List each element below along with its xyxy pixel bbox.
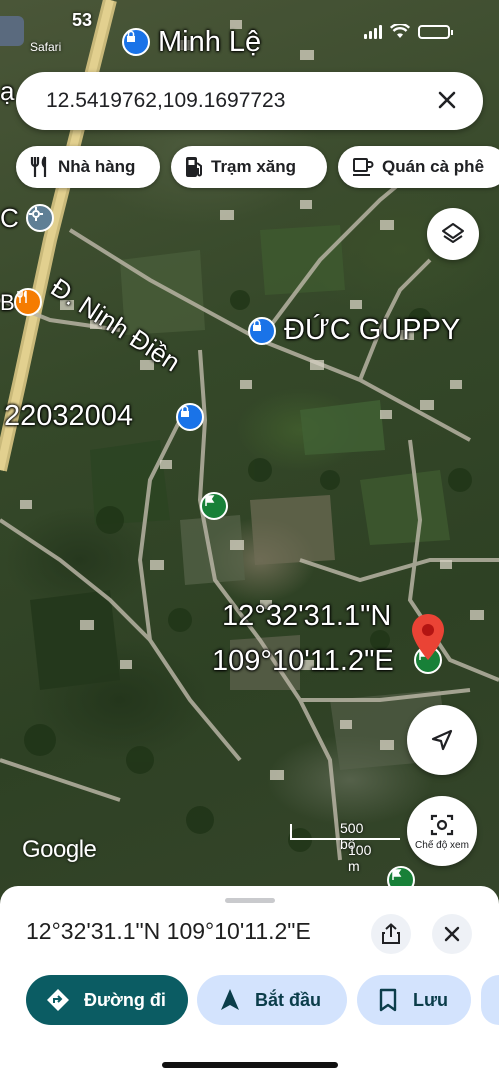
google-attribution: Google (22, 836, 97, 863)
restaurant-poi-icon[interactable] (14, 288, 42, 316)
scale-metric: 100 m (348, 842, 372, 874)
pin-coordinate-lat: 12°32'31.1"N (222, 600, 392, 632)
wifi-icon (390, 24, 410, 38)
lens-icon (430, 814, 454, 835)
back-to-safari[interactable]: Safari (30, 40, 61, 54)
chip-restaurants[interactable]: Nhà hàng (16, 146, 160, 188)
map-label-shop[interactable]: ĐỨC GUPPY (284, 314, 460, 347)
search-bar[interactable]: 12.5419762,109.1697723 (16, 72, 483, 130)
more-actions-button[interactable] (481, 975, 499, 1025)
cellular-signal-icon (364, 24, 382, 39)
gas-station-icon (186, 157, 202, 177)
shop-poi-icon[interactable] (248, 317, 276, 345)
restaurant-icon (30, 156, 47, 177)
share-button[interactable] (371, 914, 411, 954)
save-button[interactable]: Lưu (357, 975, 471, 1025)
map-label-left-c: C (0, 203, 19, 233)
directions-label: Đường đi (84, 989, 166, 1010)
sheet-drag-handle[interactable] (225, 898, 275, 903)
directions-button[interactable]: Đường đi (26, 975, 188, 1025)
layers-icon (442, 223, 464, 243)
directions-icon (47, 989, 69, 1011)
battery-icon (418, 24, 453, 39)
shop-code-poi-icon[interactable] (176, 403, 204, 431)
dropped-pin-icon[interactable] (412, 614, 444, 660)
close-sheet-button[interactable] (432, 914, 472, 954)
view-mode-label: Chế độ xem (415, 839, 469, 851)
view-mode-button[interactable]: Chế độ xem (407, 796, 477, 866)
bookmark-icon (379, 988, 397, 1012)
search-input[interactable]: 12.5419762,109.1697723 (46, 89, 285, 113)
green-flag-poi-icon[interactable] (200, 492, 228, 520)
map-label-left-b: B (0, 290, 15, 315)
share-icon (382, 923, 400, 944)
clear-search-icon[interactable] (433, 86, 461, 114)
map-label-shop-code[interactable]: 22032004 (4, 400, 133, 433)
place-coordinates-title: 12°32'31.1"N 109°10'11.2"E (26, 918, 311, 944)
status-time: 53 (72, 10, 93, 30)
status-bar: 53 Safari (0, 0, 499, 60)
chip-coffee-label: Quán cà phê (382, 157, 485, 176)
chip-gas-stations[interactable]: Trạm xăng (171, 146, 327, 188)
gear-poi-icon[interactable] (26, 204, 54, 232)
chip-coffee[interactable]: Quán cà phê (338, 146, 499, 188)
layers-button[interactable] (427, 208, 479, 260)
close-icon (444, 926, 460, 942)
map-label-left-edge: ạ (0, 76, 15, 106)
home-indicator[interactable] (162, 1062, 338, 1068)
coffee-icon (353, 158, 374, 176)
start-button[interactable]: Bắt đầu (197, 975, 347, 1025)
chip-restaurants-label: Nhà hàng (58, 157, 136, 176)
save-label: Lưu (413, 989, 449, 1010)
location-arrow-icon (431, 729, 453, 751)
my-location-button[interactable] (407, 705, 477, 775)
chip-gas-stations-label: Trạm xăng (211, 157, 297, 176)
back-to-app-icon[interactable] (0, 16, 24, 46)
start-label: Bắt đầu (255, 989, 322, 1010)
navigation-icon (221, 989, 239, 1010)
pin-coordinate-lng: 109°10'11.2"E (212, 645, 394, 677)
